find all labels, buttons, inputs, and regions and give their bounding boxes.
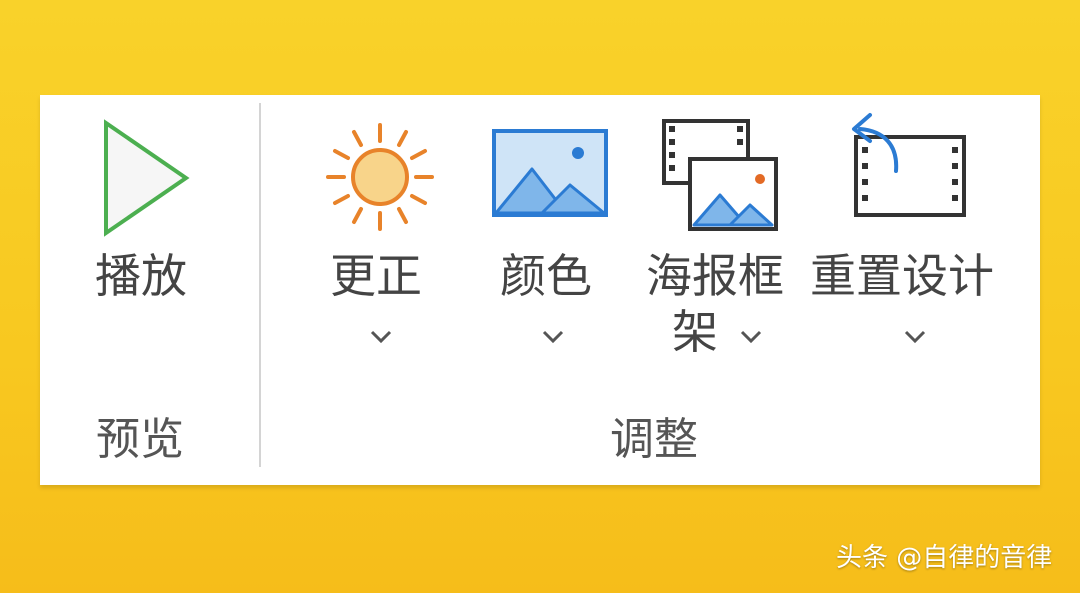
group-divider	[259, 103, 261, 467]
reset-design-button[interactable]: 重置设计	[810, 109, 1010, 365]
chevron-down-icon	[740, 329, 762, 348]
ribbon-panel: 播放 预览 更正 颜色 海报框 架 重置设计 调整	[40, 95, 1040, 485]
chevron-down-icon	[542, 329, 564, 348]
poster-frame-label-line1: 海报框	[646, 249, 784, 303]
group-label-preview: 预览	[96, 414, 184, 465]
color-button[interactable]: 颜色	[490, 115, 610, 365]
play-icon	[102, 119, 192, 241]
color-label: 颜色	[500, 249, 592, 303]
corrections-button[interactable]: 更正	[320, 115, 440, 365]
poster-frame-label-line2: 架	[672, 305, 718, 359]
poster-frame-icon	[660, 117, 780, 237]
reset-design-label: 重置设计	[810, 249, 994, 303]
play-button[interactable]: 播放	[80, 113, 210, 313]
corrections-label: 更正	[330, 249, 422, 303]
play-label: 播放	[95, 249, 187, 303]
group-label-adjust: 调整	[610, 414, 698, 465]
chevron-down-icon	[370, 329, 392, 348]
picture-icon	[492, 129, 608, 221]
chevron-down-icon	[904, 329, 926, 348]
watermark: 头条 @自律的音律	[836, 543, 1053, 573]
reset-design-icon	[844, 109, 970, 225]
sun-icon	[324, 121, 436, 237]
poster-frame-button[interactable]: 海报框 架	[644, 115, 794, 365]
